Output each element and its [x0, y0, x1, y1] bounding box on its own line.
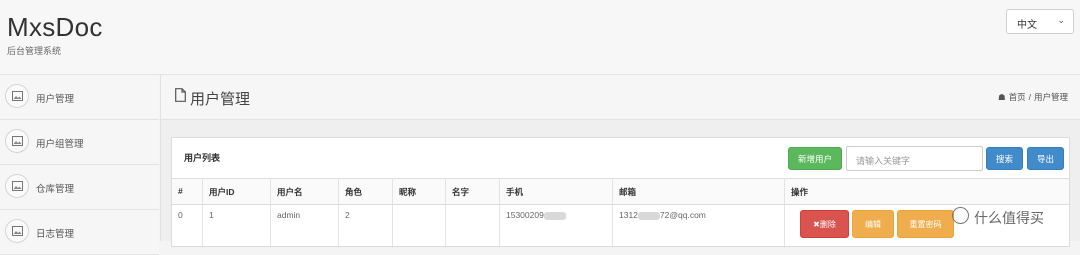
watermark-text: 什么值得买 [974, 210, 1044, 226]
phone-visible: 15300209 [506, 210, 544, 220]
sidebar-item-label: 日志管理 [36, 229, 75, 240]
edit-button[interactable]: 编辑 [852, 210, 894, 238]
breadcrumb: ☗ 首页 / 用户管理 [995, 91, 1068, 103]
top-header: MxsDoc 后台管理系统 中文 ⌄ [0, 0, 1080, 75]
image-icon [5, 84, 29, 108]
sidebar-item-user-management[interactable]: 用户管理 [0, 75, 159, 120]
sidebar-item-label: 用户管理 [36, 94, 75, 105]
reset-password-button[interactable]: 重置密码 [897, 210, 954, 238]
image-icon [5, 174, 29, 198]
sidebar-item-label: 仓库管理 [36, 184, 75, 195]
breadcrumb-home[interactable]: 首页 [1009, 92, 1026, 102]
column-header[interactable]: 角色 [345, 186, 362, 198]
column-header[interactable]: 用户ID [209, 186, 235, 198]
sidebar: 用户管理 用户组管理 仓库管理 日志管理 [0, 75, 161, 255]
search-placeholder: 请输入关键字 [856, 156, 911, 166]
app-logo[interactable]: MxsDoc [7, 12, 103, 43]
home-icon: ☗ [997, 92, 1006, 102]
page-title: 用户管理 [190, 91, 251, 108]
column-header[interactable]: 昵称 [399, 186, 416, 198]
column-header[interactable]: 用户名 [277, 186, 303, 198]
image-icon [5, 129, 29, 153]
email-prefix: 1312 [619, 210, 638, 220]
cell-email: 1312 72@qq.com [619, 210, 706, 220]
table-header: # 用户ID 用户名 角色 昵称 名字 手机 邮箱 操作 [172, 178, 1069, 205]
sidebar-item-group-management[interactable]: 用户组管理 [0, 120, 159, 165]
column-header[interactable]: 手机 [506, 186, 523, 198]
close-icon: ✖ [813, 220, 820, 229]
redaction-mask [543, 211, 566, 220]
image-icon [5, 219, 29, 243]
language-select[interactable]: 中文 ⌄ [1006, 9, 1074, 34]
search-input[interactable]: 请输入关键字 [846, 146, 983, 171]
add-user-button[interactable]: 新增用户 [788, 147, 842, 170]
email-suffix: 72@qq.com [659, 210, 706, 220]
language-value: 中文 [1017, 20, 1037, 31]
column-header[interactable]: # [178, 186, 183, 196]
app-subtitle: 后台管理系统 [7, 46, 62, 56]
cell-role: 2 [345, 210, 350, 220]
sidebar-item-log-management[interactable]: 日志管理 [0, 210, 159, 255]
delete-button[interactable]: ✖删除 [800, 210, 849, 238]
user-list-panel: 用户列表 新增用户 请输入关键字 搜索 导出 # 用户ID 用户名 角色 昵称 … [171, 137, 1070, 248]
export-button[interactable]: 导出 [1027, 147, 1064, 170]
watermark-logo-icon [952, 207, 969, 224]
sidebar-item-label: 用户组管理 [36, 139, 84, 150]
page-header: 用户管理 ☗ 首页 / 用户管理 [161, 75, 1080, 120]
column-header[interactable]: 邮箱 [619, 186, 636, 198]
breadcrumb-separator: / [1028, 92, 1031, 102]
column-header[interactable]: 名字 [452, 186, 469, 198]
delete-label: 删除 [819, 220, 836, 229]
cell-username: admin [277, 210, 301, 220]
sidebar-item-repo-management[interactable]: 仓库管理 [0, 165, 159, 210]
cell-phone: 15300209 [506, 210, 566, 220]
file-icon [175, 88, 186, 107]
chevron-down-icon: ⌄ [1057, 15, 1065, 25]
cell-index: 0 [178, 210, 183, 220]
redaction-mask [637, 211, 660, 220]
search-button[interactable]: 搜索 [986, 147, 1023, 170]
panel-title: 用户列表 [184, 153, 221, 163]
cell-user-id: 1 [209, 210, 214, 220]
column-header: 操作 [791, 187, 809, 197]
breadcrumb-current: 用户管理 [1033, 92, 1068, 102]
main-content: 用户管理 ☗ 首页 / 用户管理 用户列表 新增用户 请输入关键字 搜索 导出 # 用… [161, 75, 1080, 248]
